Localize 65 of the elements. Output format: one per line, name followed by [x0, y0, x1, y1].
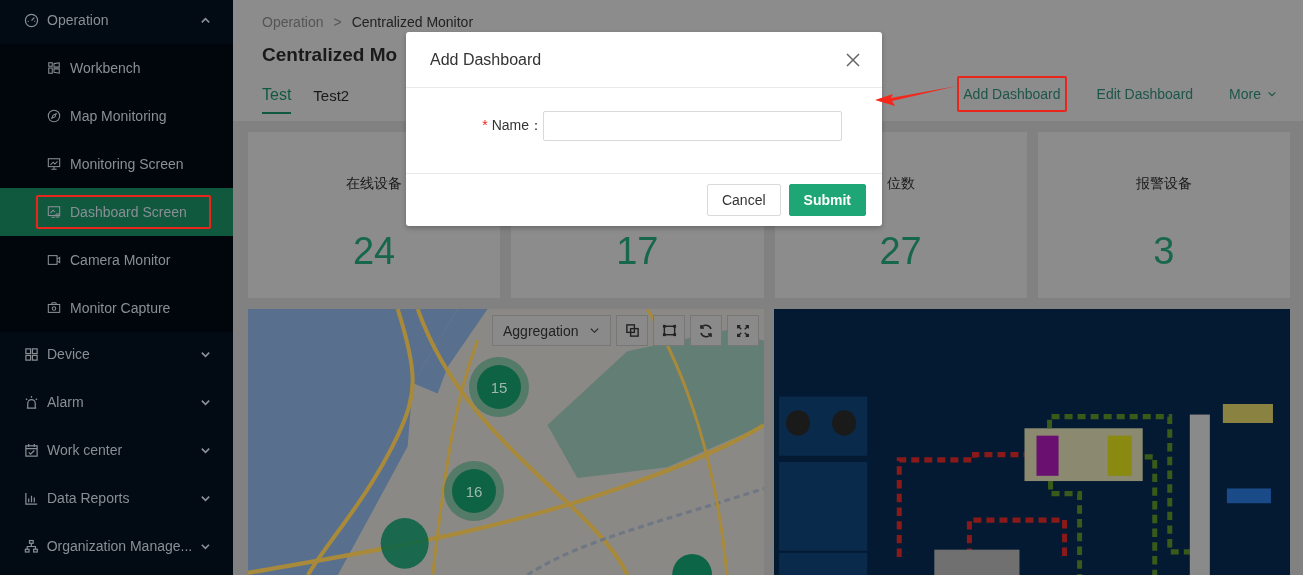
refresh-icon: [698, 322, 714, 339]
gauge-icon: [24, 12, 39, 28]
tiles-icon: [47, 61, 61, 75]
alarm-icon: [24, 394, 39, 410]
menu-label: Organization Manage...: [46, 538, 193, 554]
stat-value: 24: [353, 231, 396, 271]
compass-icon: [47, 109, 61, 123]
sidebar-group[interactable]: Device: [0, 332, 233, 376]
easel-icon: [47, 157, 61, 171]
stat-label: 在线设备: [346, 175, 403, 193]
sidebar-group[interactable]: Alarm: [0, 380, 233, 424]
stat-value: 27: [879, 231, 922, 271]
menu-label: Operation: [47, 12, 110, 28]
overlap-button[interactable]: [616, 315, 648, 346]
sidebar-group[interactable]: Operation: [0, 0, 233, 40]
overlap-icon: [624, 323, 640, 338]
bars-icon: [24, 490, 39, 506]
submit-button[interactable]: Submit: [788, 184, 866, 216]
stat-label: 位数: [886, 175, 915, 193]
name-input[interactable]: [543, 111, 842, 141]
close-icon: [846, 52, 860, 67]
close-button[interactable]: [844, 50, 862, 69]
breadcrumb-separator: >: [333, 14, 342, 30]
sidebar-group[interactable]: Organization Manage...: [0, 524, 233, 568]
sidebar-item[interactable]: Monitor Capture: [0, 284, 233, 332]
field-label: Name：: [491, 117, 543, 133]
cancel-button[interactable]: Cancel: [706, 184, 781, 216]
menu-label: Data Reports: [47, 490, 131, 506]
org-icon: [24, 538, 39, 554]
photo-icon: [47, 301, 61, 315]
menu-label: Monitor Capture: [70, 300, 171, 316]
sidebar-item[interactable]: Workbench: [0, 44, 233, 92]
fullscreen-button[interactable]: [727, 315, 759, 346]
menu-label: Alarm: [47, 394, 85, 410]
fullscreen-icon: [736, 323, 750, 338]
chevron-icon: [589, 325, 600, 336]
select-area-button[interactable]: [653, 315, 685, 346]
refresh-button[interactable]: [690, 315, 722, 346]
screen-icon: [47, 205, 61, 219]
required-mark: *: [482, 117, 488, 133]
breadcrumb-item[interactable]: Centralized Monitor: [351, 14, 474, 30]
sidebar-item[interactable]: Monitoring Screen: [0, 140, 233, 188]
aggregation-select[interactable]: Aggregation: [492, 315, 611, 346]
menu-label: Dashboard Screen: [70, 204, 187, 220]
stat-label: 报警设备: [1135, 175, 1192, 193]
sidebar-item[interactable]: Camera Monitor: [0, 236, 233, 284]
menu-label: Work center: [47, 442, 124, 458]
tab[interactable]: Test2: [313, 80, 350, 114]
menu-label: Monitoring Screen: [70, 156, 184, 172]
calendar-icon: [24, 442, 39, 458]
sidebar-item[interactable]: Map Monitoring: [0, 92, 233, 140]
menu-label: Camera Monitor: [70, 252, 171, 268]
frame-icon: [661, 323, 677, 338]
page-title: Centralized Mo: [262, 44, 398, 66]
stat-value: 3: [1153, 231, 1175, 271]
sidebar-group[interactable]: Work center: [0, 428, 233, 472]
chevron-icon: [1267, 89, 1277, 99]
sidebar-group[interactable]: Data Reports: [0, 476, 233, 520]
menu-label: Device: [47, 346, 91, 362]
dialog-title: Add Dashboard: [430, 50, 542, 69]
menu-label: Map Monitoring: [70, 108, 167, 124]
grid-icon: [24, 346, 39, 362]
menu-label: Workbench: [70, 60, 141, 76]
stat-value: 17: [616, 231, 659, 271]
camera-icon: [47, 253, 61, 267]
